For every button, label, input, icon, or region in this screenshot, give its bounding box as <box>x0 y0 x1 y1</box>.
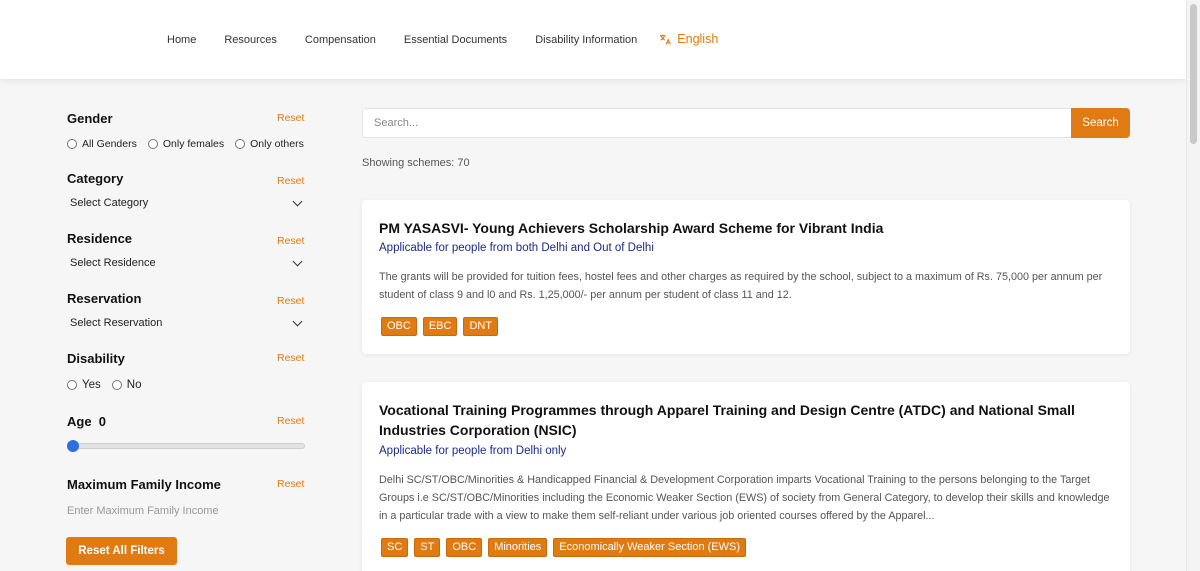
nav-home[interactable]: Home <box>167 34 196 46</box>
radio-all-genders[interactable]: All Genders <box>67 138 137 150</box>
scheme-card[interactable]: Vocational Training Programmes through A… <box>362 382 1130 571</box>
radio-only-females[interactable]: Only females <box>147 138 224 150</box>
radio-disability-yes[interactable]: Yes <box>67 379 101 391</box>
age-slider-knob[interactable] <box>67 440 79 452</box>
tag-badge: OBC <box>381 317 417 336</box>
chevron-down-icon <box>292 256 303 266</box>
residence-reset-link[interactable]: Reset <box>277 235 304 247</box>
language-selector[interactable]: English <box>659 32 718 46</box>
scheme-description: Delhi SC/ST/OBC/Minorities & Handicapped… <box>379 474 1110 522</box>
gender-reset-link[interactable]: Reset <box>277 112 304 124</box>
scheme-tags: OBC EBC DNT <box>381 317 504 336</box>
scheme-card[interactable]: PM YASASVI- Young Achievers Scholarship … <box>362 200 1130 354</box>
category-reset-link[interactable]: Reset <box>277 175 304 187</box>
scheme-applicability: Applicable for people from both Delhi an… <box>379 242 654 254</box>
scrollbar-thumb[interactable] <box>1190 4 1197 144</box>
reservation-select-value: Select Reservation <box>70 317 163 329</box>
category-select-value: Select Category <box>70 197 149 209</box>
tag-badge: Minorities <box>488 538 548 557</box>
page-scrollbar[interactable] <box>1186 0 1200 571</box>
top-header: Home Resources Compensation Essential Do… <box>0 0 1186 79</box>
search-placeholder: Search... <box>374 117 419 129</box>
tag-badge: Economically Weaker Section (EWS) <box>553 538 747 557</box>
category-filter-title: Category <box>67 171 124 186</box>
main-nav: Home Resources Compensation Essential Do… <box>167 32 718 46</box>
radio-circle[interactable] <box>147 139 158 149</box>
tag-badge: DNT <box>463 317 499 336</box>
tag-badge: SC <box>381 538 409 557</box>
tag-badge: EBC <box>422 317 458 336</box>
disability-filter-title: Disability <box>67 351 125 366</box>
category-select[interactable]: Select Category <box>70 196 305 209</box>
reservation-filter-title: Reservation <box>67 291 142 306</box>
income-input[interactable]: Enter Maximum Family Income <box>67 505 219 517</box>
scheme-title[interactable]: Vocational Training Programmes through A… <box>379 400 1114 440</box>
disability-radio-group: Yes No <box>67 379 152 391</box>
nav-resources[interactable]: Resources <box>224 34 277 46</box>
income-filter-title: Maximum Family Income <box>67 477 221 492</box>
nav-essential-documents[interactable]: Essential Documents <box>404 34 507 46</box>
residence-select[interactable]: Select Residence <box>70 256 305 269</box>
income-reset-link[interactable]: Reset <box>277 478 304 490</box>
tag-badge: OBC <box>446 538 483 557</box>
radio-circle[interactable] <box>111 380 122 390</box>
radio-disability-no[interactable]: No <box>111 379 141 391</box>
age-reset-link[interactable]: Reset <box>277 415 304 427</box>
search-button[interactable]: Search <box>1071 108 1130 138</box>
reservation-reset-link[interactable]: Reset <box>277 295 304 307</box>
scheme-description: The grants will be provided for tuition … <box>379 271 1103 301</box>
radio-circle[interactable] <box>235 139 246 149</box>
reset-all-filters-button[interactable]: Reset All Filters <box>66 537 177 565</box>
residence-filter-title: Residence <box>67 231 133 246</box>
age-slider[interactable] <box>67 440 305 452</box>
language-label: English <box>677 32 719 46</box>
reservation-select[interactable]: Select Reservation <box>70 316 305 329</box>
radio-circle[interactable] <box>67 139 77 149</box>
chevron-down-icon <box>292 316 303 326</box>
age-filter-title: Age 0 <box>67 414 107 429</box>
search-input[interactable]: Search... <box>362 108 1072 138</box>
radio-only-others[interactable]: Only others <box>235 138 304 150</box>
residence-select-value: Select Residence <box>70 257 156 269</box>
chevron-down-icon <box>292 196 303 206</box>
gender-filter-title: Gender <box>67 111 113 126</box>
tag-badge: ST <box>414 538 441 557</box>
nav-disability-information[interactable]: Disability Information <box>535 34 637 46</box>
translate-icon <box>660 34 672 45</box>
disability-reset-link[interactable]: Reset <box>277 352 304 364</box>
scheme-title[interactable]: PM YASASVI- Young Achievers Scholarship … <box>379 218 1114 238</box>
filter-sidebar: Gender Reset All Genders Only females On… <box>0 79 330 571</box>
nav-compensation[interactable]: Compensation <box>305 34 376 46</box>
age-value: 0 <box>98 414 107 429</box>
scheme-tags: SC ST OBC Minorities Economically Weaker… <box>381 538 752 557</box>
scheme-applicability: Applicable for people from Delhi only <box>379 445 567 457</box>
gender-radio-group: All Genders Only females Only others <box>67 138 315 150</box>
scheme-count: Showing schemes: 70 <box>362 157 470 169</box>
radio-circle[interactable] <box>67 380 77 390</box>
